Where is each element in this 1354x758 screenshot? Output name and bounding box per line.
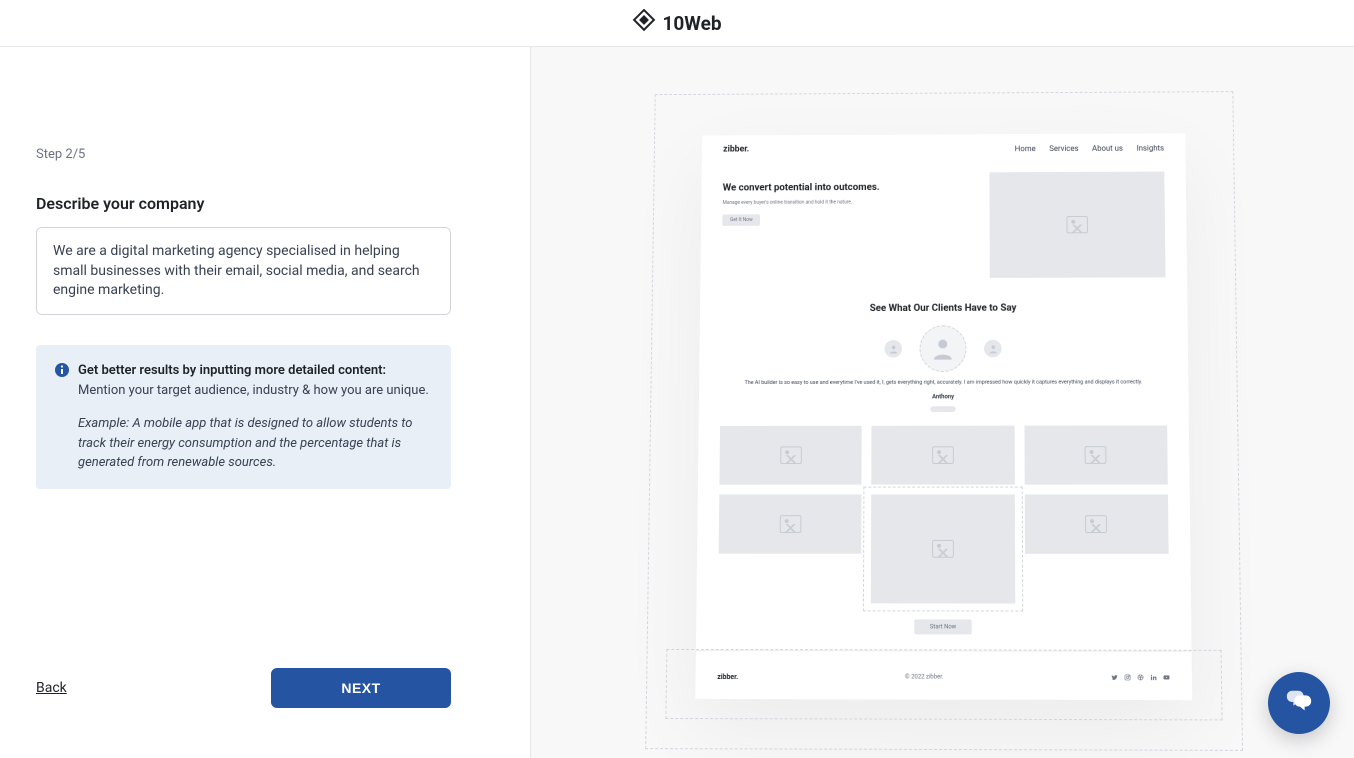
mockup-nav-item: Services bbox=[1049, 143, 1078, 152]
mockup-nav-item: Insights bbox=[1136, 143, 1164, 152]
logo-icon bbox=[632, 9, 656, 37]
tip-subtitle: Mention your target audience, industry &… bbox=[78, 383, 429, 398]
image-icon bbox=[1084, 446, 1106, 464]
website-mockup: zibber. Home Services About us Insights … bbox=[695, 133, 1192, 700]
back-button[interactable]: Back bbox=[36, 680, 67, 696]
mockup-card bbox=[871, 494, 1015, 603]
mockup-footer-brand: zibber. bbox=[717, 672, 738, 680]
mockup-card bbox=[871, 425, 1014, 484]
brand-logo: 10Web bbox=[632, 9, 721, 37]
mockup-start-cta: Start Now bbox=[913, 619, 971, 634]
instagram-icon bbox=[1124, 674, 1131, 681]
image-icon bbox=[779, 446, 801, 464]
avatar-icon bbox=[884, 340, 902, 358]
mockup-card bbox=[1024, 425, 1168, 484]
chat-icon bbox=[1284, 686, 1314, 720]
mockup-testimonial: The AI builder is so easy to use and eve… bbox=[699, 371, 1188, 387]
image-icon bbox=[1085, 515, 1107, 533]
mockup-hero-title: We convert potential into outcomes. bbox=[722, 182, 969, 194]
tip-title: Get better results by inputting more det… bbox=[78, 363, 386, 378]
avatar-icon bbox=[984, 339, 1002, 357]
action-bar: Back NEXT bbox=[36, 668, 451, 708]
main-layout: Step 2/5 Describe your company Get bette… bbox=[0, 47, 1354, 758]
mockup-avatars bbox=[699, 324, 1188, 372]
image-icon bbox=[932, 539, 954, 557]
youtube-icon bbox=[1162, 674, 1169, 681]
mockup-clients-title: See What Our Clients Have to Say bbox=[699, 302, 1187, 314]
tip-box: Get better results by inputting more det… bbox=[36, 345, 451, 489]
mockup-footer: zibber. © 2022 zibber. bbox=[695, 649, 1192, 699]
mockup-social-icons bbox=[1111, 674, 1170, 681]
mockup-nav-item: Home bbox=[1014, 144, 1035, 153]
avatar-icon bbox=[919, 325, 966, 372]
next-button[interactable]: NEXT bbox=[271, 668, 451, 708]
mockup-pill bbox=[930, 405, 955, 411]
image-icon bbox=[932, 446, 954, 464]
dribbble-icon bbox=[1137, 674, 1144, 681]
step-indicator: Step 2/5 bbox=[36, 147, 490, 162]
linkedin-icon bbox=[1149, 674, 1156, 681]
mockup-card bbox=[1024, 494, 1168, 553]
info-icon bbox=[54, 362, 70, 378]
mockup-nav-item: About us bbox=[1092, 143, 1123, 152]
twitter-icon bbox=[1111, 674, 1118, 681]
form-label: Describe your company bbox=[36, 194, 490, 213]
mockup-grid bbox=[696, 425, 1191, 603]
image-icon bbox=[1066, 216, 1088, 233]
mockup-copyright: © 2022 zibber. bbox=[904, 673, 943, 680]
mockup-nav-links: Home Services About us Insights bbox=[1014, 143, 1163, 152]
preview-panel: zibber. Home Services About us Insights … bbox=[531, 47, 1354, 758]
mockup-card bbox=[718, 494, 861, 553]
brand-name: 10Web bbox=[662, 12, 721, 35]
app-header: 10Web bbox=[0, 0, 1354, 47]
chat-widget-button[interactable] bbox=[1268, 672, 1330, 734]
mockup-hero-image bbox=[989, 171, 1165, 277]
mockup-hero-sub: Manage every buyer's online transition a… bbox=[722, 199, 970, 207]
image-icon bbox=[779, 515, 801, 533]
company-description-input[interactable] bbox=[36, 227, 451, 315]
mockup-author: Anthony bbox=[698, 392, 1188, 400]
tip-example: Example: A mobile app that is designed t… bbox=[54, 414, 433, 473]
mockup-card bbox=[719, 425, 862, 484]
mockup-brand: zibber. bbox=[723, 144, 749, 154]
form-panel: Step 2/5 Describe your company Get bette… bbox=[0, 47, 531, 758]
mockup-hero-cta: Get It Now bbox=[722, 214, 760, 226]
